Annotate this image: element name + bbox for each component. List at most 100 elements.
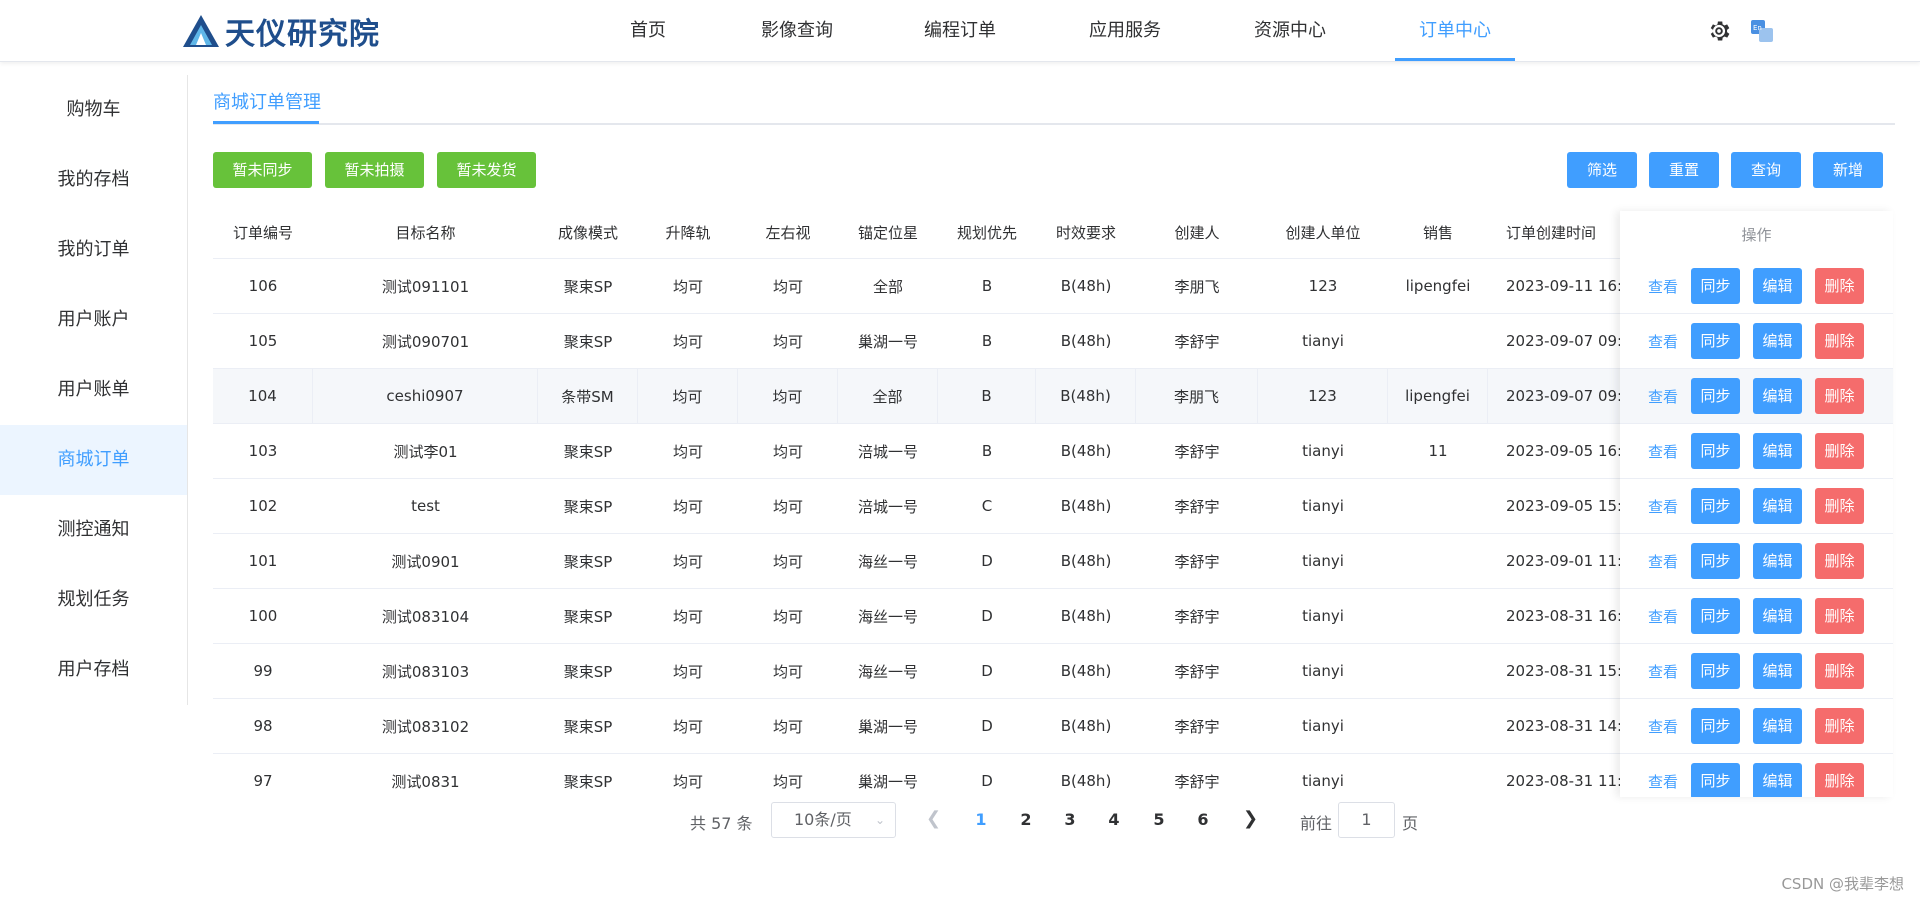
sync-button[interactable]: 同步: [1691, 708, 1740, 744]
cell-orbit-direction: 均可: [672, 442, 703, 461]
sidebar-item-user-account[interactable]: 用户账户: [0, 285, 187, 355]
edit-button[interactable]: 编辑: [1753, 323, 1802, 359]
page-number[interactable]: 1: [966, 810, 996, 829]
goto-page-input[interactable]: 1: [1338, 802, 1395, 838]
view-link[interactable]: 查看: [1648, 771, 1678, 792]
brand-logo[interactable]: 天仪研究院: [181, 12, 380, 52]
tab-mall-order-management[interactable]: 商城订单管理: [213, 88, 321, 114]
view-link[interactable]: 查看: [1648, 331, 1678, 352]
sidebar-item-user-bill[interactable]: 用户账单: [0, 355, 187, 425]
sync-button[interactable]: 同步: [1691, 378, 1740, 414]
add-button[interactable]: 新增: [1813, 152, 1883, 188]
view-link[interactable]: 查看: [1648, 716, 1678, 737]
view-link[interactable]: 查看: [1648, 606, 1678, 627]
page-size-select[interactable]: 10条/页 ⌄: [771, 802, 896, 838]
edit-button[interactable]: 编辑: [1753, 708, 1802, 744]
not-synced-button[interactable]: 暂未同步: [213, 152, 312, 188]
sync-button[interactable]: 同步: [1691, 598, 1740, 634]
not-shipped-button[interactable]: 暂未发货: [437, 152, 536, 188]
cell-imaging-mode: 条带SM: [538, 369, 638, 423]
cell-creator-unit: tianyi: [1302, 717, 1344, 735]
edit-button[interactable]: 编辑: [1753, 488, 1802, 524]
ops-row: 查看 同步 编辑 删除: [1620, 314, 1893, 369]
not-shot-button[interactable]: 暂未拍摄: [325, 152, 424, 188]
cell-look-side: 均可: [772, 442, 803, 461]
page-number[interactable]: 5: [1144, 810, 1174, 829]
cell-creator: 李舒宇: [1174, 442, 1220, 461]
delete-button[interactable]: 删除: [1815, 268, 1864, 304]
gear-icon[interactable]: [1706, 18, 1732, 44]
sidebar-item-planning-tasks[interactable]: 规划任务: [0, 565, 187, 635]
translate-icon[interactable]: En: [1750, 19, 1774, 43]
edit-button[interactable]: 编辑: [1753, 268, 1802, 304]
delete-button[interactable]: 删除: [1815, 708, 1864, 744]
sync-button[interactable]: 同步: [1691, 488, 1740, 524]
delete-button[interactable]: 删除: [1815, 378, 1864, 414]
sidebar: 购物车 我的存档 我的订单 用户账户 用户账单 商城订单 测控通知 规划任务 用…: [0, 75, 188, 705]
delete-button[interactable]: 删除: [1815, 433, 1864, 469]
sync-button[interactable]: 同步: [1691, 268, 1740, 304]
sync-button[interactable]: 同步: [1691, 543, 1740, 579]
edit-button[interactable]: 编辑: [1753, 378, 1802, 414]
reset-button[interactable]: 重置: [1649, 152, 1719, 188]
nav-item-app-services[interactable]: 应用服务: [1080, 0, 1170, 62]
edit-button[interactable]: 编辑: [1753, 433, 1802, 469]
pagination-total: 共 57 条: [690, 814, 753, 833]
view-link[interactable]: 查看: [1648, 441, 1678, 462]
cell-order-id: 103: [248, 442, 278, 460]
chevron-down-icon: ⌄: [874, 813, 885, 827]
sync-button[interactable]: 同步: [1691, 653, 1740, 689]
page-number[interactable]: 4: [1099, 810, 1129, 829]
page-number[interactable]: 3: [1055, 810, 1085, 829]
sidebar-item-user-archive[interactable]: 用户存档: [0, 635, 187, 705]
view-link[interactable]: 查看: [1648, 496, 1678, 517]
edit-button[interactable]: 编辑: [1753, 543, 1802, 579]
delete-button[interactable]: 删除: [1815, 653, 1864, 689]
delete-button[interactable]: 删除: [1815, 763, 1864, 797]
sidebar-item-my-archive[interactable]: 我的存档: [0, 145, 187, 215]
ops-row: 查看 同步 编辑 删除: [1620, 699, 1893, 754]
nav-item-resource-center[interactable]: 资源中心: [1245, 0, 1335, 62]
cell-time-requirement: B(48h): [1060, 277, 1112, 295]
chevron-left-icon[interactable]: ❮: [926, 808, 941, 829]
view-link[interactable]: 查看: [1648, 276, 1678, 297]
delete-button[interactable]: 删除: [1815, 598, 1864, 634]
page-number[interactable]: 2: [1011, 810, 1041, 829]
nav-item-home[interactable]: 首页: [620, 0, 676, 62]
ops-row: 查看 同步 编辑 删除: [1620, 479, 1893, 534]
query-button[interactable]: 查询: [1731, 152, 1801, 188]
view-link[interactable]: 查看: [1648, 551, 1678, 572]
sidebar-item-mall-orders[interactable]: 商城订单: [0, 425, 187, 495]
cell-sales: [1388, 314, 1488, 368]
cell-order-id: 102: [248, 497, 278, 515]
column-header-look-side: 左右视: [765, 224, 811, 242]
sync-button[interactable]: 同步: [1691, 763, 1740, 797]
edit-button[interactable]: 编辑: [1753, 598, 1802, 634]
filter-button[interactable]: 筛选: [1567, 152, 1637, 188]
nav-item-programming-order[interactable]: 编程订单: [915, 0, 1005, 62]
cell-orbit-direction: 均可: [672, 497, 703, 516]
nav-item-order-center[interactable]: 订单中心: [1410, 0, 1500, 62]
cell-sales: 11: [1428, 442, 1448, 460]
sidebar-item-my-orders[interactable]: 我的订单: [0, 215, 187, 285]
delete-button[interactable]: 删除: [1815, 543, 1864, 579]
sidebar-item-cart[interactable]: 购物车: [0, 75, 187, 145]
page-number[interactable]: 6: [1188, 810, 1218, 829]
edit-button[interactable]: 编辑: [1753, 653, 1802, 689]
chevron-right-icon[interactable]: ❯: [1243, 808, 1258, 829]
nav-item-image-query[interactable]: 影像查询: [752, 0, 842, 62]
sync-button[interactable]: 同步: [1691, 433, 1740, 469]
cell-planning-priority: D: [981, 552, 993, 570]
ops-row: 查看 同步 编辑 删除: [1620, 424, 1893, 479]
edit-button[interactable]: 编辑: [1753, 763, 1802, 797]
sync-button[interactable]: 同步: [1691, 323, 1740, 359]
logo-mark-icon: [183, 15, 219, 47]
sidebar-item-tt-notice[interactable]: 测控通知: [0, 495, 187, 565]
delete-button[interactable]: 删除: [1815, 488, 1864, 524]
cell-imaging-mode: 聚束SP: [563, 442, 613, 461]
cell-order-id: 101: [248, 552, 278, 570]
delete-button[interactable]: 删除: [1815, 323, 1864, 359]
view-link[interactable]: 查看: [1648, 661, 1678, 682]
view-link[interactable]: 查看: [1648, 386, 1678, 407]
column-header-creator-unit: 创建人单位: [1285, 224, 1361, 242]
